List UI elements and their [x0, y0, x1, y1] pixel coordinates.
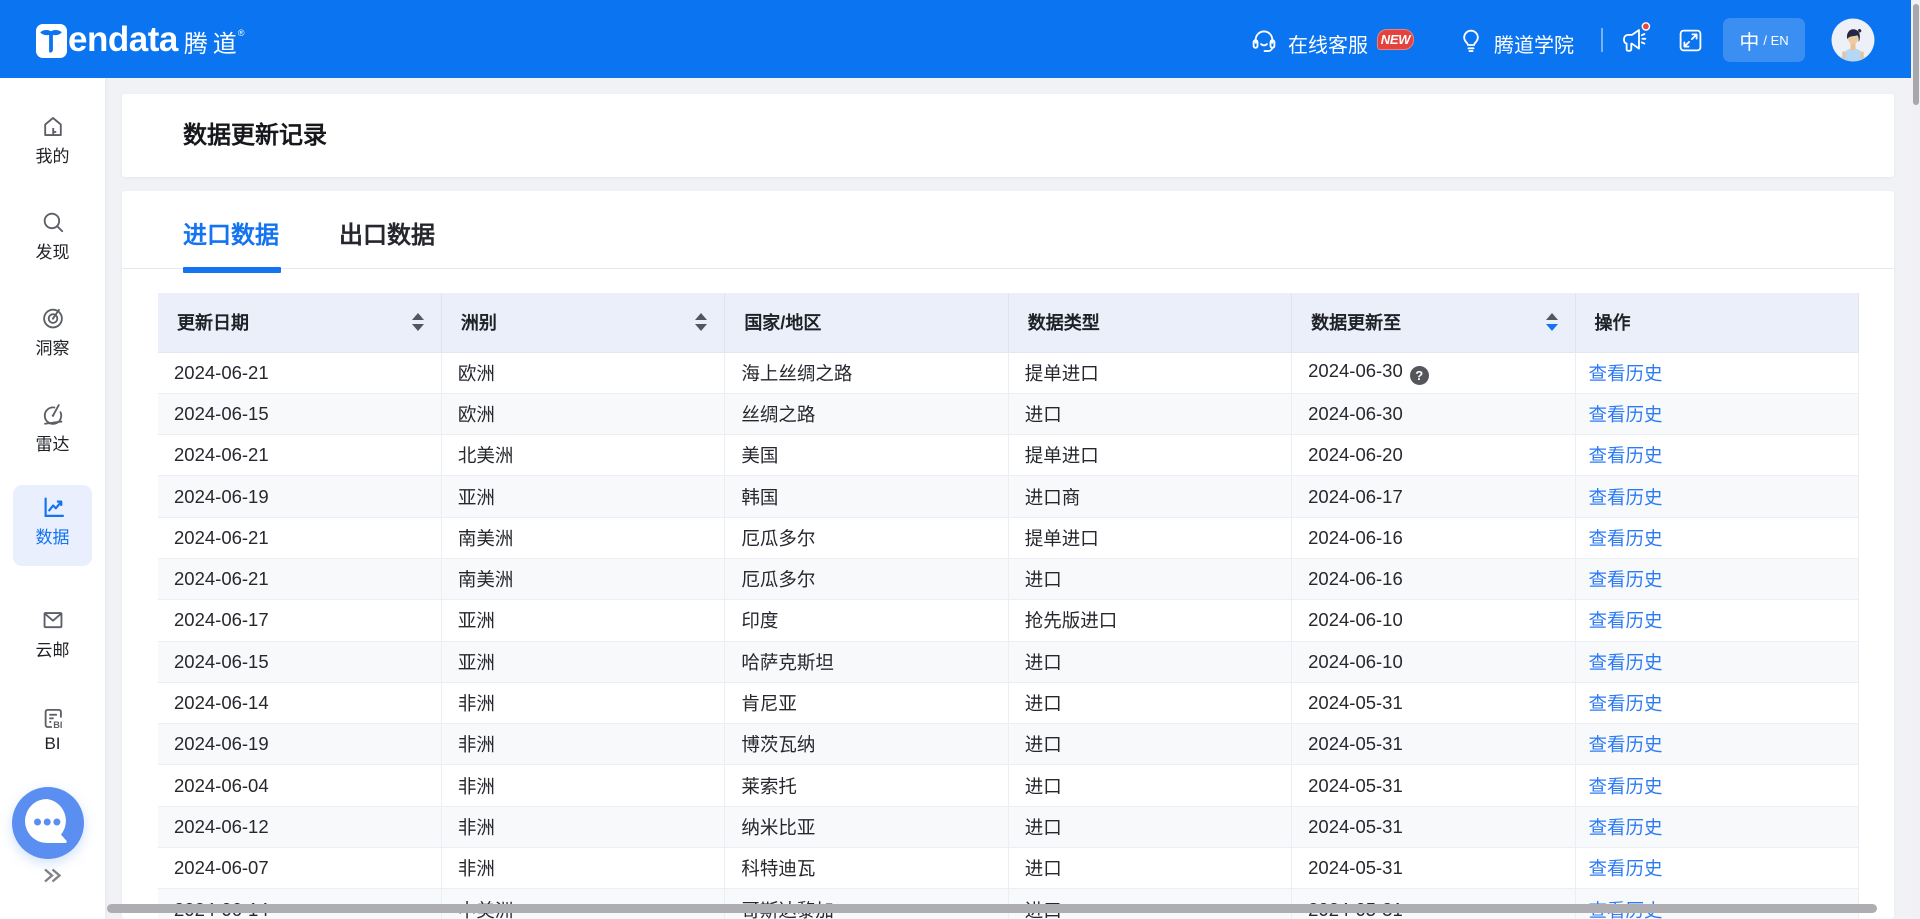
svg-text:BI: BI	[53, 720, 62, 730]
